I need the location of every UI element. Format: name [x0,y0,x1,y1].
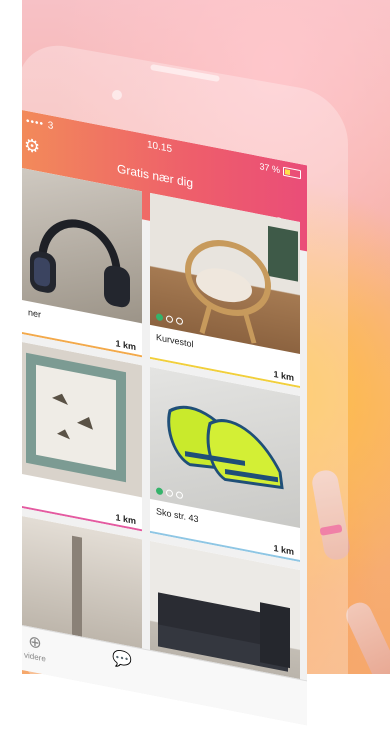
item-name: ner [28,307,42,320]
tab-chat[interactable]: 💬 [112,649,132,671]
status-time: 10.15 [147,139,173,156]
headphones-icon [30,219,130,308]
indicator-dot [176,490,183,500]
item-name: Sko str. 43 [156,506,199,525]
page-edge [0,0,22,674]
phone-screen: •••• 3 10.15 37 % ⚙ Gratis nær dig Søg n… [22,110,307,726]
framed-picture-icon [26,352,126,483]
item-photo [22,168,142,324]
tab-give[interactable]: ⊕ videre [24,632,46,663]
indicator-dot [166,488,173,498]
item-card[interactable]: 1 km [22,342,142,532]
item-name: Kurvestol [156,332,194,350]
battery-icon [283,166,301,179]
signal-indicator: •••• 3 [26,115,55,133]
chat-bubble-icon: 💬 [112,649,132,671]
indicator-dot-active [156,313,163,322]
indicator-dot-active [156,487,163,496]
page-title: Gratis nær dig [117,161,194,191]
phone-camera [112,90,122,100]
indicator-dot [166,314,173,324]
battery-indicator: 37 % [259,161,301,179]
item-card[interactable]: Kurvestol 1 km [150,192,300,389]
battery-text: 37 % [259,161,280,176]
gear-icon[interactable]: ⚙ [24,134,40,158]
item-card[interactable]: Sko str. 43 1 km [150,366,300,563]
indicator-dot [176,316,183,326]
item-grid: ner 1 km Kurvestol 1 km 1 km Sko str. 43… [22,168,307,703]
item-photo [22,342,142,498]
raised-arm [342,598,390,674]
item-card[interactable]: ner 1 km [22,168,142,358]
